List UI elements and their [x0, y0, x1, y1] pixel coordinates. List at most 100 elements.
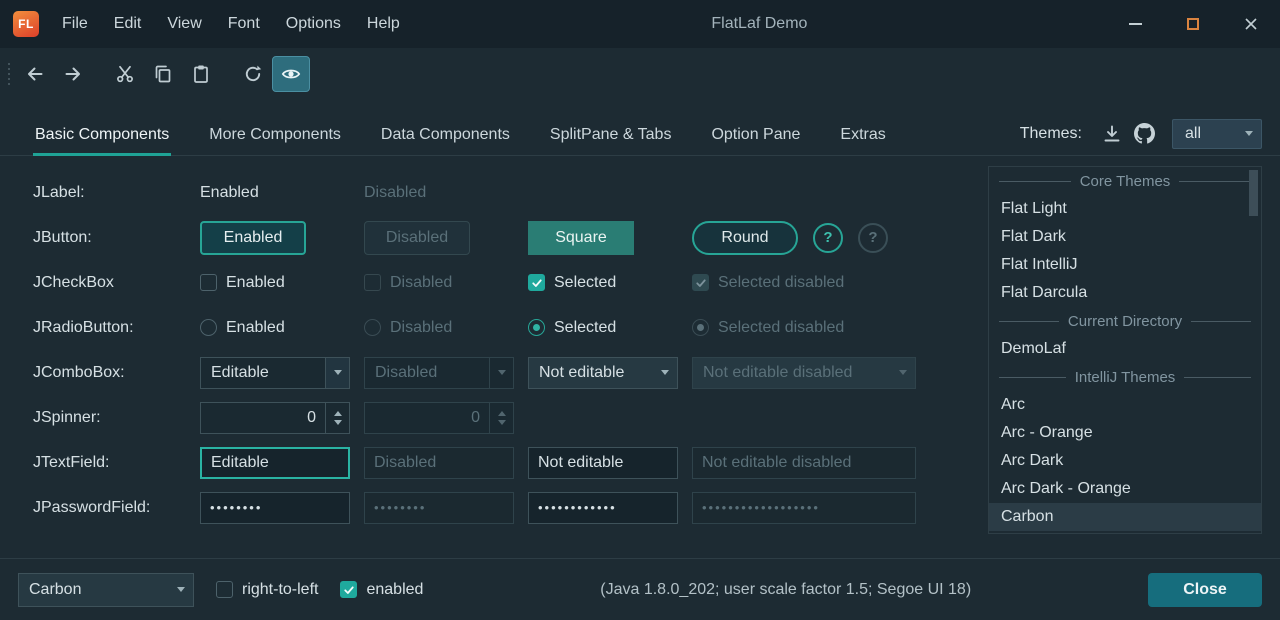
maximize-button[interactable] [1164, 0, 1222, 48]
enabled-checkbox[interactable]: enabled [340, 581, 423, 599]
paste-button[interactable] [182, 56, 220, 92]
chevron-down-icon[interactable] [325, 358, 349, 388]
checkbox-selected-disabled: Selected disabled [692, 274, 844, 292]
label-disabled: Disabled [364, 184, 426, 202]
passwordfield-not-editable[interactable]: •••••••••••• [528, 492, 678, 524]
check-icon [531, 277, 543, 289]
jspinner-row-label: JSpinner: [33, 409, 200, 427]
tab-data-components[interactable]: Data Components [379, 126, 512, 155]
spinner-enabled[interactable]: 0 [200, 402, 350, 434]
checkbox-box [216, 581, 233, 598]
check-icon [343, 584, 355, 596]
radio-circle [200, 319, 217, 336]
spinner-disabled: 0 [364, 402, 514, 434]
themes-scrollbar-thumb[interactable] [1249, 170, 1258, 216]
copy-button[interactable] [144, 56, 182, 92]
combobox-not-editable[interactable]: Not editable [528, 357, 678, 389]
checkbox-enabled[interactable]: Enabled [200, 274, 285, 292]
help-button-disabled: ? [858, 223, 888, 253]
checkbox-box [692, 274, 709, 291]
square-button[interactable]: Square [528, 221, 634, 255]
download-icon [1102, 124, 1122, 144]
theme-filter-combobox[interactable]: all [1172, 119, 1262, 149]
main-area: JLabel: Enabled Disabled JButton: Enable… [0, 156, 1280, 558]
show-toggle-button[interactable] [272, 56, 310, 92]
menubar: File Edit View Font Options Help [49, 0, 413, 48]
theme-item-carbon[interactable]: Carbon [989, 503, 1261, 531]
theme-item-demolaf[interactable]: DemoLaf [989, 335, 1261, 363]
right-to-left-checkbox[interactable]: right-to-left [216, 581, 318, 599]
theme-item-arc[interactable]: Arc [989, 391, 1261, 419]
minimize-icon [1129, 23, 1142, 25]
toolbar [0, 48, 1280, 100]
copy-icon [153, 64, 173, 84]
radio-circle [364, 319, 381, 336]
radio-circle [692, 319, 709, 336]
passwordfield-not-editable-disabled: •••••••••••••••••• [692, 492, 916, 524]
forward-button[interactable] [54, 56, 92, 92]
theme-item-flat-dark[interactable]: Flat Dark [989, 223, 1261, 251]
theme-item-flat-darcula[interactable]: Flat Darcula [989, 279, 1261, 307]
download-themes-button[interactable] [1096, 120, 1128, 148]
combobox-editable[interactable]: Editable [200, 357, 350, 389]
chevron-down-icon [891, 358, 915, 388]
titlebar: FL File Edit View Font Options Help Flat… [0, 0, 1280, 48]
checkbox-box [200, 274, 217, 291]
jpasswordfield-row: JPasswordField: •••••••• •••••••• ••••••… [33, 485, 988, 530]
close-button[interactable]: Close [1148, 573, 1262, 607]
menu-help[interactable]: Help [354, 0, 413, 48]
radio-disabled: Disabled [364, 319, 452, 337]
spinner-arrows [489, 403, 513, 433]
theme-item-arc-orange[interactable]: Arc - Orange [989, 419, 1261, 447]
menu-view[interactable]: View [154, 0, 214, 48]
jspinner-row: JSpinner: 0 0 [33, 395, 988, 440]
enabled-button[interactable]: Enabled [200, 221, 306, 255]
jcheckbox-row: JCheckBox Enabled Disabled [33, 260, 988, 305]
toolbar-grip[interactable] [8, 63, 10, 85]
theme-item-arc-dark-orange[interactable]: Arc Dark - Orange [989, 475, 1261, 503]
menu-options[interactable]: Options [273, 0, 354, 48]
checkbox-selected[interactable]: Selected [528, 274, 616, 292]
menu-edit[interactable]: Edit [101, 0, 155, 48]
jpasswordfield-row-label: JPasswordField: [33, 499, 200, 517]
cut-scissors-icon [115, 64, 135, 84]
radio-selected-disabled: Selected disabled [692, 319, 844, 337]
tab-bar: Basic Components More Components Data Co… [0, 116, 1280, 156]
tab-splitpane-tabs[interactable]: SplitPane & Tabs [548, 126, 674, 155]
tab-more-components[interactable]: More Components [207, 126, 343, 155]
back-button[interactable] [16, 56, 54, 92]
chevron-down-icon [489, 358, 513, 388]
jtextfield-row-label: JTextField: [33, 454, 200, 472]
theme-item-flat-intellij[interactable]: Flat IntelliJ [989, 251, 1261, 279]
cut-button[interactable] [106, 56, 144, 92]
laf-combobox[interactable]: Carbon [18, 573, 194, 607]
passwordfield-editable[interactable]: •••••••• [200, 492, 350, 524]
radio-selected[interactable]: Selected [528, 319, 616, 337]
close-window-button[interactable] [1222, 0, 1280, 48]
chevron-down-icon[interactable] [653, 358, 677, 388]
combobox-not-editable-disabled: Not editable disabled [692, 357, 916, 389]
menu-font[interactable]: Font [215, 0, 273, 48]
close-icon [1244, 17, 1258, 31]
jcheckbox-row-label: JCheckBox [33, 274, 200, 292]
help-button[interactable]: ? [813, 223, 843, 253]
tab-basic-components[interactable]: Basic Components [33, 126, 171, 155]
github-icon [1134, 123, 1155, 144]
tab-option-pane[interactable]: Option Pane [709, 126, 802, 155]
chevron-down-icon [169, 574, 193, 606]
round-button[interactable]: Round [692, 221, 798, 255]
spinner-arrows[interactable] [325, 403, 349, 433]
theme-item-flat-light[interactable]: Flat Light [989, 195, 1261, 223]
textfield-not-editable[interactable]: Not editable [528, 447, 678, 479]
theme-item-arc-dark[interactable]: Arc Dark [989, 447, 1261, 475]
github-button[interactable] [1128, 120, 1160, 148]
theme-category-core: Core Themes [989, 167, 1261, 195]
eye-icon [281, 64, 301, 84]
textfield-editable[interactable]: Editable [200, 447, 350, 479]
refresh-button[interactable] [234, 56, 272, 92]
checkbox-box [364, 274, 381, 291]
menu-file[interactable]: File [49, 0, 101, 48]
radio-enabled[interactable]: Enabled [200, 319, 285, 337]
minimize-button[interactable] [1106, 0, 1164, 48]
tab-extras[interactable]: Extras [838, 126, 887, 155]
